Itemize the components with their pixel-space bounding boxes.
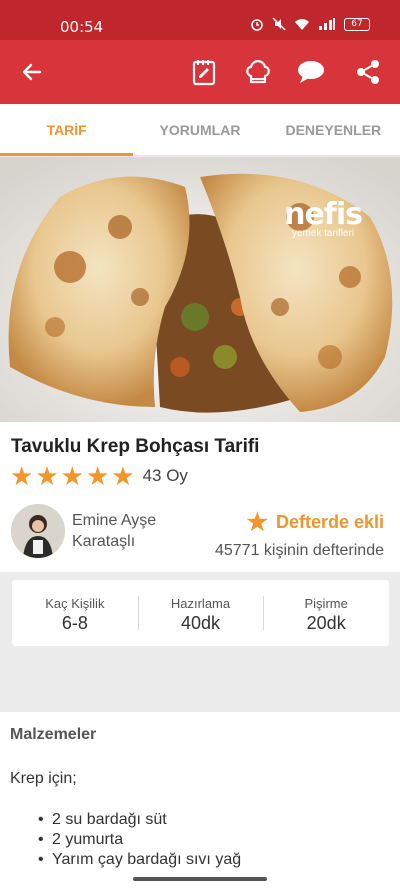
arrow-left-icon [22,63,42,81]
notebook-button[interactable] [186,54,222,90]
favorite-label: Defterde ekli [275,512,384,532]
favorite-count: 45771 kişinin defterinde [214,542,384,559]
stat-servings: Kaç Kişilik 6-8 [45,596,105,633]
star-icon: ★ [35,461,59,491]
battery-icon: 67 [344,17,370,31]
tab-bar: TARİF YORUMLAR DENEYENLER [0,104,400,156]
tab-comments[interactable]: YORUMLAR [133,104,266,155]
back-button[interactable] [14,54,50,90]
star-icon: ★ [10,461,34,491]
wifi-icon [295,19,309,30]
star-icon: ★ [85,461,110,491]
status-bar: 00:54 67 [0,0,400,40]
screen: 00:54 67 TARİF YORUMLAR DENEYENLER nefis… [0,0,400,888]
recipe-title: Tavuklu Krep Bohçası Tarifi [11,436,260,457]
ingredient-list: 2 su bardağı süt 2 yumurta Yarım çay bar… [38,810,241,870]
vote-count: 43 Oy [142,466,188,485]
star-icon: ★ [246,509,268,536]
comment-icon [298,61,324,83]
ingredients-subtitle: Krep için; [10,770,77,787]
signal-icon [319,18,335,30]
comments-button[interactable] [293,54,329,90]
mute-icon [272,17,286,31]
recipe-photo: nefis yemek tarifleri [0,157,400,422]
list-item: 2 yumurta [38,830,241,850]
share-button[interactable] [350,54,386,90]
star-icon: ★ [111,461,135,491]
notebook-icon [192,60,216,86]
ingredients-title: Malzemeler [10,726,97,743]
nefis-logo: nefis yemek tarifleri [284,197,363,239]
recipe-info: Tavuklu Krep Bohçası Tarifi ★ ★ ★ ★ ★ 43… [0,422,400,572]
favorite-button[interactable]: ★ Defterde ekli [246,508,384,537]
clock: 00:54 [60,18,104,36]
star-icon: ★ [60,461,84,491]
alarm-icon [251,19,263,31]
ingredients-section: Malzemeler Krep için; 2 su bardağı süt 2… [0,712,400,888]
tab-recipe[interactable]: TARİF [0,104,134,156]
gesture-bar[interactable] [133,877,267,881]
status-icons: 67 [250,17,370,31]
list-item: 2 su bardağı süt [38,810,241,830]
tab-triers[interactable]: DENEYENLER [267,104,400,155]
stat-cook-time: Pişirme 20dk [263,580,389,646]
app-toolbar [0,40,400,104]
author-name[interactable]: Emine Ayşe Karataşlı [72,510,182,552]
chef-hat-icon [246,59,270,84]
author-avatar[interactable] [11,504,65,558]
stat-prep-time: Hazırlama 40dk [137,580,264,646]
list-item: Yarım çay bardağı sıvı yağ [38,850,241,870]
share-icon [357,60,379,84]
recipe-stats: Kaç Kişilik 6-8 Hazırlama 40dk Pişirme 2… [12,580,389,646]
rating[interactable]: ★ ★ ★ ★ ★ 43 Oy [10,463,188,489]
chef-button[interactable] [240,54,276,90]
